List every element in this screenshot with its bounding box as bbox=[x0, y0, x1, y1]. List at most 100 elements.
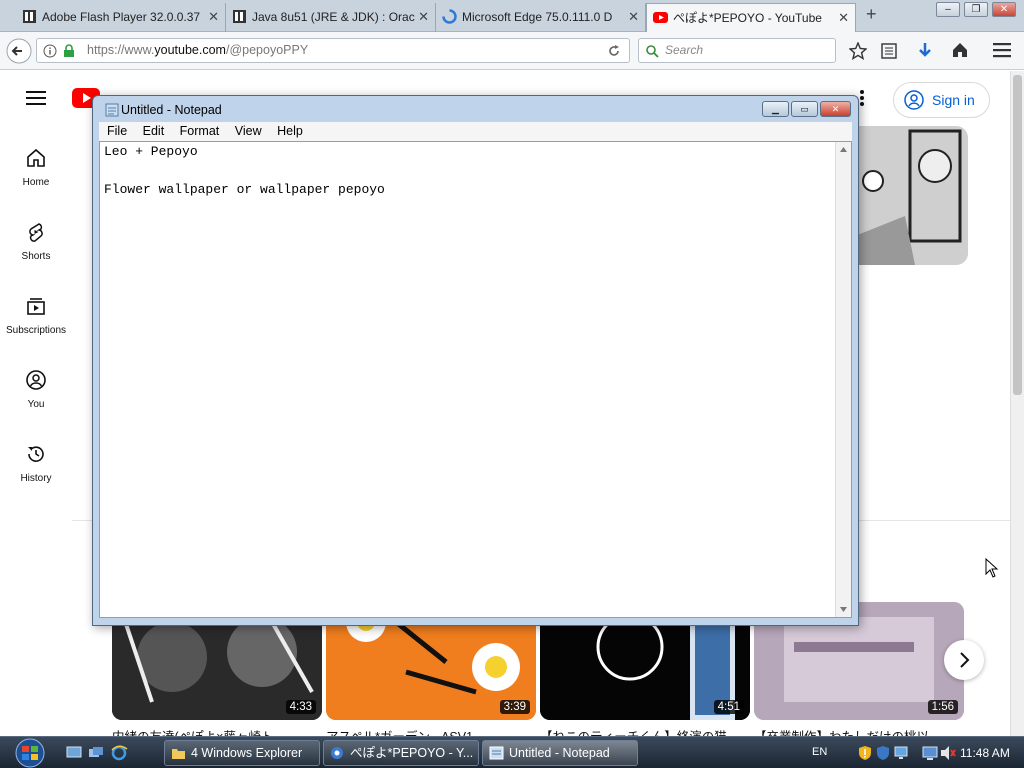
menu-edit[interactable]: Edit bbox=[143, 124, 165, 138]
carousel-next-button[interactable] bbox=[944, 640, 984, 680]
text-line: Leo + Pepoyo bbox=[104, 144, 198, 159]
taskbar-notepad-button[interactable]: Untitled - Notepad bbox=[482, 740, 638, 766]
video-title[interactable]: アスペル*ガーデン - ASV1 bbox=[326, 726, 516, 736]
restore-button[interactable]: ❐ bbox=[964, 2, 988, 17]
close-icon[interactable]: ✕ bbox=[418, 3, 429, 31]
network-icon[interactable] bbox=[894, 745, 908, 761]
browser-tab-strip: Adobe Flash Player 32.0.0.37 ✕ Java 8u51… bbox=[0, 0, 1024, 32]
tab-label: Microsoft Edge 75.0.111.0 D bbox=[462, 10, 613, 24]
language-indicator[interactable]: EN bbox=[812, 746, 827, 758]
nav-you[interactable]: You bbox=[0, 369, 72, 410]
video-title[interactable]: 【ねこのティーチくん】終演の猫 bbox=[540, 726, 730, 736]
browser-icon bbox=[331, 747, 343, 759]
menu-help[interactable]: Help bbox=[277, 124, 303, 138]
download-icon[interactable] bbox=[916, 41, 934, 61]
url-prefix: https://www. bbox=[87, 43, 155, 57]
notepad-close-button[interactable]: ✕ bbox=[820, 101, 851, 117]
tab-adobe-flash[interactable]: Adobe Flash Player 32.0.0.37 ✕ bbox=[16, 3, 226, 32]
history-icon bbox=[28, 446, 44, 462]
account-icon bbox=[904, 90, 924, 110]
reading-list-icon[interactable] bbox=[880, 42, 898, 60]
nav-label: You bbox=[27, 399, 45, 410]
address-bar[interactable]: https://www.youtube.com/@pepoyoPPY bbox=[36, 38, 630, 63]
ie-icon[interactable] bbox=[110, 745, 128, 761]
search-input[interactable]: Search bbox=[638, 38, 836, 63]
page-scrollbar[interactable] bbox=[1010, 71, 1024, 736]
scroll-up-icon[interactable] bbox=[839, 146, 848, 153]
menu-view[interactable]: View bbox=[235, 124, 262, 138]
search-placeholder: Search bbox=[665, 43, 704, 57]
chevron-right-icon bbox=[960, 652, 970, 668]
tab-edge[interactable]: Microsoft Edge 75.0.111.0 D ✕ bbox=[436, 3, 646, 32]
scrollbar-thumb[interactable] bbox=[1013, 75, 1022, 395]
taskbar-label: ぺぽよ*PEPOYO - Y... bbox=[350, 746, 474, 760]
loading-icon bbox=[442, 9, 457, 24]
reload-icon[interactable] bbox=[607, 44, 621, 58]
notepad-scrollbar[interactable] bbox=[835, 142, 851, 617]
subscriptions-icon bbox=[27, 298, 45, 315]
scroll-down-icon[interactable] bbox=[839, 606, 848, 613]
tab-java[interactable]: Java 8u51 (JRE & JDK) : Orac ✕ bbox=[226, 3, 436, 32]
notepad-text-area[interactable]: Leo + Pepoyo Flower wallpaper or wallpap… bbox=[99, 141, 852, 618]
menu-file[interactable]: File bbox=[107, 124, 127, 138]
close-icon[interactable]: ✕ bbox=[628, 3, 639, 31]
tab-label: Adobe Flash Player 32.0.0.37 bbox=[42, 10, 201, 24]
text-line: Flower wallpaper or wallpaper pepoyo bbox=[104, 182, 385, 197]
tab-youtube[interactable]: ぺぽよ*PEPOYO - YouTube ✕ bbox=[646, 3, 856, 32]
search-icon bbox=[646, 45, 659, 58]
url-path: /@pepoyoPPY bbox=[225, 43, 309, 57]
monitor-icon[interactable] bbox=[922, 745, 938, 761]
nav-label: Home bbox=[22, 177, 50, 188]
notepad-minimize-button[interactable]: ▁ bbox=[762, 101, 789, 117]
tab-label: ぺぽよ*PEPOYO - YouTube bbox=[673, 11, 822, 25]
bookmark-star-icon[interactable] bbox=[849, 42, 867, 60]
home-browser-icon[interactable] bbox=[951, 41, 969, 59]
sign-in-button[interactable]: Sign in bbox=[893, 82, 990, 118]
info-icon[interactable] bbox=[43, 44, 57, 58]
switch-windows-icon[interactable] bbox=[88, 746, 104, 760]
notepad-title: Untitled - Notepad bbox=[121, 103, 222, 117]
menu-icon[interactable] bbox=[993, 42, 1011, 58]
notepad-window[interactable]: Untitled - Notepad ▁ ▭ ✕ File Edit Forma… bbox=[92, 95, 859, 626]
shield-icon[interactable] bbox=[876, 745, 890, 761]
new-tab-button[interactable]: + bbox=[866, 4, 877, 25]
security-alert-icon[interactable] bbox=[858, 745, 872, 761]
folder-icon bbox=[172, 749, 185, 759]
video-title[interactable]: 【卒業制作】わたしだけの桃以 bbox=[754, 726, 944, 736]
video-title[interactable]: 内緒の友達(ぺぽよ×藤ヶ崎ト bbox=[112, 726, 317, 736]
url-host: youtube.com bbox=[154, 43, 226, 57]
video-duration: 4:51 bbox=[713, 700, 744, 714]
home-icon bbox=[27, 148, 45, 167]
close-icon[interactable]: ✕ bbox=[208, 3, 219, 31]
taskbar-browser-button[interactable]: ぺぽよ*PEPOYO - Y... bbox=[323, 740, 479, 766]
back-icon[interactable] bbox=[6, 38, 32, 64]
menu-format[interactable]: Format bbox=[180, 124, 220, 138]
nav-history[interactable]: History bbox=[0, 443, 72, 484]
more-options-icon[interactable] bbox=[859, 89, 865, 107]
show-desktop-icon[interactable] bbox=[66, 746, 82, 760]
close-icon[interactable]: ✕ bbox=[838, 4, 849, 32]
close-window-button[interactable]: ✕ bbox=[992, 2, 1016, 17]
nav-label: History bbox=[20, 473, 52, 484]
nav-home[interactable]: Home bbox=[0, 147, 72, 188]
browser-nav-bar: https://www.youtube.com/@pepoyoPPY Searc… bbox=[0, 32, 1024, 70]
mouse-cursor-icon bbox=[985, 558, 999, 578]
nav-subscriptions[interactable]: Subscriptions bbox=[0, 295, 72, 336]
hamburger-icon[interactable] bbox=[26, 90, 46, 106]
taskbar-explorer-button[interactable]: 4 Windows Explorer bbox=[164, 740, 320, 766]
start-button-icon[interactable] bbox=[10, 738, 50, 768]
volume-muted-icon[interactable] bbox=[940, 745, 956, 761]
channel-banner bbox=[855, 126, 968, 265]
clock[interactable]: 11:48 AM bbox=[960, 746, 1010, 760]
minimize-button[interactable]: – bbox=[936, 2, 960, 17]
you-icon bbox=[26, 370, 46, 390]
sign-in-label: Sign in bbox=[932, 92, 975, 108]
tab-label: Java 8u51 (JRE & JDK) : Orac bbox=[252, 10, 415, 24]
video-duration: 4:33 bbox=[285, 700, 316, 714]
lock-icon bbox=[64, 44, 74, 57]
notepad-maximize-button[interactable]: ▭ bbox=[791, 101, 818, 117]
youtube-icon bbox=[653, 12, 668, 23]
nav-shorts[interactable]: Shorts bbox=[0, 221, 72, 262]
video-duration: 3:39 bbox=[499, 700, 530, 714]
taskbar: 4 Windows Explorer ぺぽよ*PEPOYO - Y... Unt… bbox=[0, 736, 1024, 768]
